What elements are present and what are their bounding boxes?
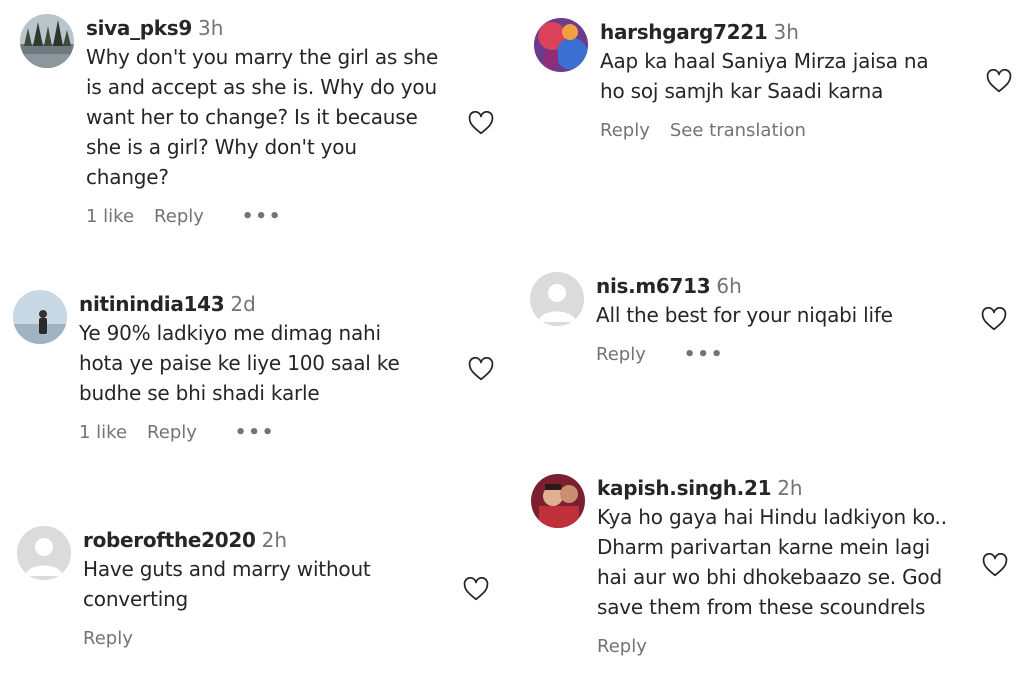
comment-line: Ye 90% ladkiyo me dimag nahi xyxy=(79,321,381,345)
more-options-icon[interactable]: ••• xyxy=(242,206,283,227)
comment-text: Have guts and marry without converting xyxy=(83,554,443,614)
username[interactable]: roberofthe2020 xyxy=(83,528,256,552)
comment-line: she is a girl? Why don't you xyxy=(86,135,357,159)
reply-button[interactable]: Reply xyxy=(600,120,650,141)
username[interactable]: harshgarg7221 xyxy=(600,20,768,44)
see-translation-button[interactable]: See translation xyxy=(670,120,806,141)
comment-line: Kya ho gaya hai Hindu ladkiyon ko.. xyxy=(597,505,947,529)
comment-line: converting xyxy=(83,587,189,611)
more-options-icon[interactable]: ••• xyxy=(235,422,276,443)
reply-button[interactable]: Reply xyxy=(596,344,646,365)
comment-line: All the best for your niqabi life xyxy=(596,303,893,327)
like-count[interactable]: 1 like xyxy=(86,206,134,227)
timestamp[interactable]: 2h xyxy=(262,528,287,552)
comment-text: All the best for your niqabi life xyxy=(596,300,956,330)
reply-button[interactable]: Reply xyxy=(154,206,204,227)
comment-line: change? xyxy=(86,165,169,189)
heart-icon[interactable] xyxy=(463,577,489,601)
username[interactable]: nis.m6713 xyxy=(596,274,711,298)
timestamp[interactable]: 2d xyxy=(230,292,255,316)
more-options-icon[interactable]: ••• xyxy=(684,344,725,365)
reply-button[interactable]: Reply xyxy=(83,628,133,649)
comment-line: Dharm parivartan karne mein lagi xyxy=(597,535,930,559)
comment-line: is and accept as she is. Why do you xyxy=(86,75,437,99)
avatar[interactable] xyxy=(531,474,585,528)
heart-icon[interactable] xyxy=(468,357,494,381)
timestamp[interactable]: 3h xyxy=(774,20,799,44)
comment-line: save them from these scoundrels xyxy=(597,595,926,619)
avatar[interactable] xyxy=(534,18,588,72)
comment-text: Why don't you marry the girl as she is a… xyxy=(86,42,446,192)
comment-line: Have guts and marry without xyxy=(83,557,371,581)
heart-icon[interactable] xyxy=(986,69,1012,93)
comment-line: want her to change? Is it because xyxy=(86,105,418,129)
comment-line: hai aur wo bhi dhokebaazo se. God xyxy=(597,565,942,589)
timestamp[interactable]: 2h xyxy=(777,476,802,500)
avatar[interactable] xyxy=(530,272,584,326)
reply-button[interactable]: Reply xyxy=(597,636,647,657)
avatar[interactable] xyxy=(13,290,67,344)
avatar[interactable] xyxy=(17,526,71,580)
heart-icon[interactable] xyxy=(981,307,1007,331)
comment-line: Aap ka haal Saniya Mirza jaisa na xyxy=(600,49,929,73)
comment-text: Ye 90% ladkiyo me dimag nahi hota ye pai… xyxy=(79,318,439,408)
comment-line: Why don't you marry the girl as she xyxy=(86,45,439,69)
username[interactable]: nitinindia143 xyxy=(79,292,225,316)
heart-icon[interactable] xyxy=(468,111,494,135)
like-count[interactable]: 1 like xyxy=(79,422,127,443)
username[interactable]: kapish.singh.21 xyxy=(597,476,772,500)
comment-line: ho soj samjh kar Saadi karna xyxy=(600,79,884,103)
username[interactable]: siva_pks9 xyxy=(86,16,192,40)
comment-line: hota ye paise ke liye 100 saal ke xyxy=(79,351,400,375)
comment-text: Aap ka haal Saniya Mirza jaisa na ho soj… xyxy=(600,46,960,106)
comment-text: Kya ho gaya hai Hindu ladkiyon ko.. Dhar… xyxy=(597,502,957,622)
reply-button[interactable]: Reply xyxy=(147,422,197,443)
avatar[interactable] xyxy=(20,14,74,68)
heart-icon[interactable] xyxy=(982,553,1008,577)
comment-line: budhe se bhi shadi karle xyxy=(79,381,320,405)
timestamp[interactable]: 3h xyxy=(198,16,223,40)
timestamp[interactable]: 6h xyxy=(716,274,741,298)
